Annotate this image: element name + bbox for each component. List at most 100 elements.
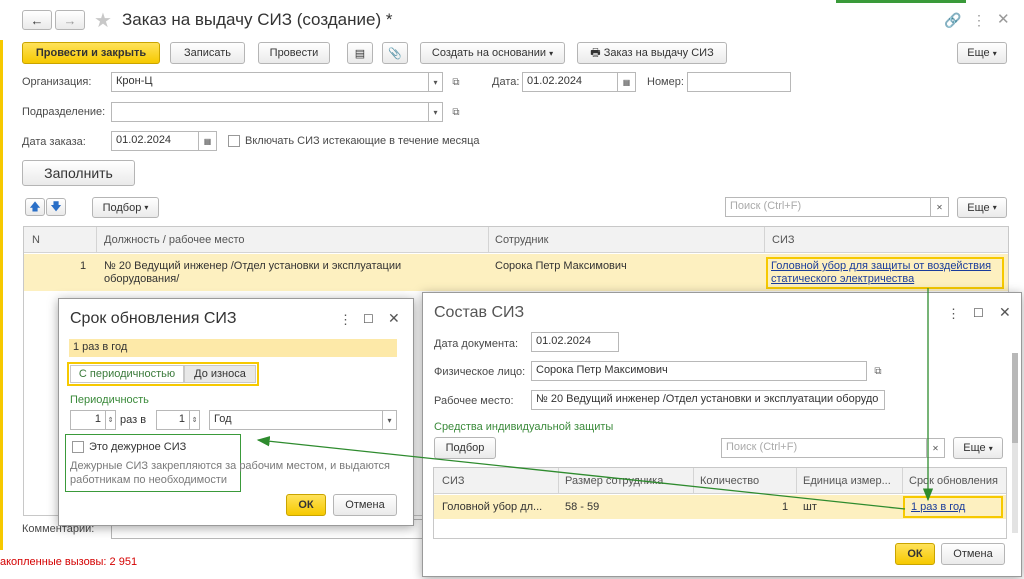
comp-row-size: 58 - 59 bbox=[565, 501, 600, 513]
row-number: 1 bbox=[80, 260, 87, 272]
col-header-siz[interactable]: СИЗ bbox=[772, 234, 795, 246]
person-field[interactable]: Сорока Петр Максимович bbox=[531, 361, 867, 381]
date-label: Дата: bbox=[492, 76, 520, 88]
order-date-label: Дата заказа: bbox=[22, 136, 86, 148]
include-expiring-checkbox[interactable] bbox=[228, 135, 240, 147]
doc-date-field[interactable]: 01.02.2024 bbox=[531, 332, 619, 352]
col-divider bbox=[902, 468, 903, 494]
create-based-button[interactable]: Создать на основании ▾ bbox=[420, 42, 565, 64]
comp-row-siz: Головной убор дл... bbox=[442, 501, 543, 513]
forward-button[interactable]: → bbox=[55, 10, 85, 30]
more-button[interactable]: Еще ▾ bbox=[957, 42, 1007, 64]
comp-scrollbar-thumb[interactable] bbox=[1012, 353, 1018, 443]
maximize-icon[interactable]: ☐ bbox=[973, 306, 984, 320]
back-button[interactable]: ← bbox=[22, 10, 52, 30]
col-divider bbox=[693, 468, 694, 494]
row-position: № 20 Ведущий инженер /Отдел установки и … bbox=[104, 260, 402, 285]
org-open-icon[interactable]: ⧉ bbox=[448, 72, 464, 92]
org-label: Организация: bbox=[22, 76, 92, 88]
comp-col-period[interactable]: Срок обновления bbox=[909, 475, 998, 487]
division-dropdown-icon[interactable]: ▾ bbox=[429, 102, 443, 122]
search-clear-icon[interactable]: ✕ bbox=[931, 197, 949, 217]
selection-button[interactable]: Подбор ▾ bbox=[92, 197, 159, 218]
dialog-title: Состав СИЗ bbox=[434, 304, 525, 321]
duty-label: Это дежурное СИЗ bbox=[89, 441, 187, 453]
close-icon[interactable]: ✕ bbox=[999, 304, 1011, 321]
calendar-icon[interactable]: ▦ bbox=[199, 131, 217, 151]
close-icon[interactable]: ✕ bbox=[997, 10, 1010, 28]
comp-col-siz[interactable]: СИЗ bbox=[442, 475, 465, 487]
comp-ok-button[interactable]: ОК bbox=[895, 543, 935, 565]
print-order-button[interactable]: 🖶 Заказ на выдачу СИЗ bbox=[577, 42, 727, 64]
post-button[interactable]: Провести bbox=[258, 42, 330, 64]
comp-more-button[interactable]: Еще ▾ bbox=[953, 437, 1003, 459]
menu-dots-icon[interactable]: ⋮ bbox=[972, 12, 986, 29]
comp-selection-button[interactable]: Подбор bbox=[434, 437, 496, 459]
interval-stepper[interactable]: ⇕ bbox=[190, 410, 200, 430]
save-button[interactable]: Записать bbox=[170, 42, 245, 64]
menu-dots-icon[interactable]: ⋮ bbox=[947, 306, 960, 322]
unit-select[interactable]: Год bbox=[209, 410, 383, 430]
org-field[interactable]: Крон-Ц bbox=[111, 72, 429, 92]
date-field[interactable]: 01.02.2024 bbox=[522, 72, 618, 92]
calendar-icon[interactable]: ▦ bbox=[618, 72, 636, 92]
comp-col-unit[interactable]: Единица измер... bbox=[803, 475, 891, 487]
table-row[interactable]: 1 № 20 Ведущий инженер /Отдел установки … bbox=[24, 254, 1008, 291]
fill-button[interactable]: Заполнить bbox=[22, 160, 135, 186]
order-date-field[interactable]: 01.02.2024 bbox=[111, 131, 199, 151]
favorite-star-icon[interactable]: ★ bbox=[94, 8, 112, 33]
col-divider bbox=[796, 468, 797, 494]
chevron-down-icon: ▾ bbox=[992, 203, 997, 212]
tab-indicator bbox=[836, 0, 966, 3]
comp-col-qty[interactable]: Количество bbox=[700, 475, 759, 487]
duty-checkbox[interactable] bbox=[72, 441, 84, 453]
col-header-position[interactable]: Должность / рабочее место bbox=[104, 234, 245, 246]
workplace-field[interactable]: № 20 Ведущий инженер /Отдел установки и … bbox=[531, 390, 885, 410]
cancel-button[interactable]: Отмена bbox=[333, 494, 397, 516]
link-icon[interactable]: 🔗 bbox=[944, 12, 961, 29]
table-more-button[interactable]: Еще ▾ bbox=[957, 197, 1007, 218]
composition-dialog: Состав СИЗ ⋮ ☐ ✕ Дата документа: 01.02.2… bbox=[422, 292, 1022, 577]
printer-icon: 🖶 bbox=[590, 46, 601, 59]
number-field[interactable] bbox=[687, 72, 791, 92]
comp-row-period-link[interactable]: 1 раз в год bbox=[903, 496, 1003, 518]
number-label: Номер: bbox=[647, 76, 684, 88]
menu-dots-icon[interactable]: ⋮ bbox=[339, 312, 352, 328]
division-open-icon[interactable]: ⧉ bbox=[448, 102, 464, 122]
maximize-icon[interactable]: ☐ bbox=[363, 312, 374, 326]
tab-wear[interactable]: До износа bbox=[184, 365, 256, 383]
post-close-button[interactable]: Провести и закрыть bbox=[22, 42, 160, 64]
table-row[interactable]: Головной убор дл... 58 - 59 1 шт 1 раз в… bbox=[434, 495, 1006, 519]
document-icon[interactable]: ▤ bbox=[347, 42, 373, 64]
comp-table: СИЗ Размер сотрудника Количество Единица… bbox=[433, 467, 1007, 539]
move-up-icon[interactable]: 🡅 bbox=[25, 198, 45, 216]
chevron-down-icon: ▾ bbox=[988, 443, 993, 453]
title-bar: ← → ★ Заказ на выдачу СИЗ (создание) * 🔗… bbox=[0, 0, 1024, 40]
comp-cancel-button[interactable]: Отмена bbox=[941, 543, 1005, 565]
col-header-n[interactable]: N bbox=[32, 234, 40, 246]
org-dropdown-icon[interactable]: ▾ bbox=[429, 72, 443, 92]
close-icon[interactable]: ✕ bbox=[388, 310, 400, 327]
person-open-icon[interactable]: ⧉ bbox=[870, 361, 886, 381]
move-down-icon[interactable]: 🡇 bbox=[46, 198, 66, 216]
search-input[interactable]: Поиск (Ctrl+F) bbox=[725, 197, 931, 217]
division-field[interactable] bbox=[111, 102, 429, 122]
chevron-down-icon: ▾ bbox=[992, 48, 997, 58]
more-label: Еще bbox=[967, 47, 990, 59]
count-stepper[interactable]: ⇕ bbox=[106, 410, 116, 430]
row-siz-link[interactable]: Головной убор для защиты от воздействия … bbox=[766, 257, 1004, 289]
unit-dropdown-icon[interactable]: ▾ bbox=[383, 410, 397, 430]
interval-field[interactable]: 1 bbox=[156, 410, 190, 430]
comp-search-input[interactable]: Поиск (Ctrl+F) bbox=[721, 438, 927, 458]
count-field[interactable]: 1 bbox=[70, 410, 106, 430]
comp-col-size[interactable]: Размер сотрудника bbox=[565, 475, 663, 487]
selection-label: Подбор bbox=[102, 201, 142, 214]
tab-periodic[interactable]: С периодичностью bbox=[70, 365, 184, 383]
comp-row-qty: 1 bbox=[782, 501, 789, 513]
ok-button[interactable]: ОК bbox=[286, 494, 326, 516]
col-header-employee[interactable]: Сотрудник bbox=[495, 234, 548, 246]
col-divider bbox=[764, 227, 765, 253]
col-divider bbox=[488, 227, 489, 253]
comp-search-clear-icon[interactable]: ✕ bbox=[927, 438, 945, 458]
attachment-icon[interactable]: 📎 bbox=[382, 42, 408, 64]
